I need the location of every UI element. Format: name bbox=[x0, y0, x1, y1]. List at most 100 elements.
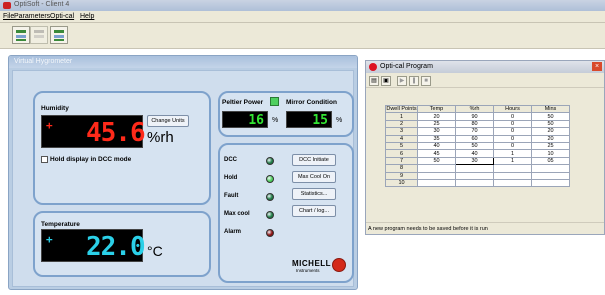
table-cell[interactable]: 50 bbox=[417, 156, 456, 166]
menu-opti-cal[interactable]: Opti-cal bbox=[50, 13, 74, 20]
humidity-display: + 45.6 bbox=[41, 115, 146, 148]
mirror-condition-label: Mirror Condition bbox=[286, 99, 337, 106]
hold-display-label: Hold display in DCC mode bbox=[50, 156, 132, 163]
peltier-unit: % bbox=[272, 117, 279, 124]
close-icon[interactable]: × bbox=[592, 62, 602, 71]
column-header: %rh bbox=[455, 104, 494, 114]
table-cell[interactable]: 50 bbox=[531, 119, 570, 129]
table-cell[interactable]: 45 bbox=[417, 149, 456, 158]
table-cell[interactable]: 80 bbox=[455, 119, 494, 129]
table-cell[interactable]: 25 bbox=[417, 119, 456, 129]
row-number: 5 bbox=[385, 141, 418, 151]
dcc-initiate-button[interactable]: DCC Initiate bbox=[292, 154, 336, 166]
save-icon[interactable]: ▣ bbox=[381, 76, 391, 86]
temperature-unit: °C bbox=[147, 243, 163, 259]
table-cell-selected[interactable]: 30 bbox=[455, 156, 494, 166]
row-number: 6 bbox=[385, 149, 418, 158]
table-cell[interactable]: 40 bbox=[417, 141, 456, 151]
table-cell[interactable]: 35 bbox=[417, 134, 456, 143]
row-number: 8 bbox=[385, 164, 418, 173]
column-header: Mins bbox=[531, 104, 570, 114]
peltier-power-label: Peltier Power bbox=[222, 99, 264, 106]
play-icon[interactable]: ▶ bbox=[397, 76, 407, 86]
table-cell[interactable] bbox=[455, 178, 494, 188]
table-cell[interactable]: 05 bbox=[531, 156, 570, 166]
humidity-value: 45.6 bbox=[86, 118, 146, 148]
table-cell[interactable]: 0 bbox=[493, 141, 532, 151]
table-cell[interactable]: 0 bbox=[493, 112, 532, 121]
table-row: 2 25 80 0 50 bbox=[385, 119, 570, 129]
menubar: File Parameters Opti-cal Help bbox=[0, 11, 605, 23]
table-cell[interactable]: 30 bbox=[417, 127, 456, 136]
table-cell[interactable]: 1 bbox=[493, 156, 532, 166]
table-cell[interactable]: 0 bbox=[493, 119, 532, 129]
row-number: 2 bbox=[385, 119, 418, 129]
open-folder-icon[interactable]: ▤ bbox=[369, 76, 379, 86]
indicator-label-hold: Hold bbox=[224, 175, 238, 181]
indicator-label-dcc: DCC bbox=[224, 157, 237, 163]
hygrometer-title: Virtual Hygrometer bbox=[14, 58, 73, 65]
table-cell[interactable] bbox=[455, 164, 494, 173]
temperature-label: Temperature bbox=[41, 221, 80, 228]
brand-logo-icon bbox=[332, 258, 346, 272]
table-cell[interactable] bbox=[493, 178, 532, 188]
table-cell[interactable] bbox=[493, 171, 532, 180]
table-cell[interactable]: 70 bbox=[455, 127, 494, 136]
power-mirror-panel: Peltier Power Mirror Condition 16 % 15 % bbox=[218, 91, 354, 137]
menu-help[interactable]: Help bbox=[80, 13, 94, 20]
max-cool-on-button[interactable]: Max Cool On bbox=[292, 171, 336, 183]
table-cell[interactable] bbox=[531, 164, 570, 173]
table-cell[interactable]: 50 bbox=[531, 112, 570, 121]
mirror-value: 15 bbox=[312, 113, 328, 128]
table-cell[interactable] bbox=[531, 171, 570, 180]
stop-icon[interactable]: ■ bbox=[421, 76, 431, 86]
table-cell[interactable]: 20 bbox=[417, 112, 456, 121]
table-row: 5 40 50 0 25 bbox=[385, 141, 570, 151]
table-cell[interactable]: 0 bbox=[493, 127, 532, 136]
temperature-value: 22.0 bbox=[86, 232, 146, 262]
row-number: 1 bbox=[385, 112, 418, 121]
chart-log-button[interactable]: Chart / log... bbox=[292, 205, 336, 217]
opti-cal-window-icon bbox=[369, 63, 377, 71]
humidity-sign: + bbox=[46, 119, 53, 132]
status-bar: A new program needs to be saved before i… bbox=[366, 222, 604, 234]
toolbar-grid-icon[interactable] bbox=[30, 26, 48, 44]
statistics-button[interactable]: Statistics... bbox=[292, 188, 336, 200]
pause-icon[interactable]: ❚ bbox=[409, 76, 419, 86]
change-units-button[interactable]: Change Units bbox=[147, 115, 189, 127]
menu-file[interactable]: File bbox=[3, 13, 14, 20]
table-cell[interactable] bbox=[455, 171, 494, 180]
table-cell[interactable]: 0 bbox=[493, 134, 532, 143]
indicator-label-fault: Fault bbox=[224, 193, 239, 199]
row-number: 7 bbox=[385, 156, 418, 166]
table-cell[interactable]: 25 bbox=[531, 141, 570, 151]
table-cell[interactable] bbox=[493, 164, 532, 173]
toolbar-program-icon[interactable] bbox=[50, 26, 68, 44]
row-number: 10 bbox=[385, 178, 418, 188]
table-cell[interactable]: 20 bbox=[531, 127, 570, 136]
table-row: 1 20 90 0 50 bbox=[385, 112, 570, 121]
hygrometer-body: Humidity + 45.6 Change Units %rh Hold di… bbox=[12, 70, 354, 287]
table-cell[interactable]: 40 bbox=[455, 149, 494, 158]
table-cell[interactable]: 50 bbox=[455, 141, 494, 151]
table-cell[interactable] bbox=[417, 164, 456, 173]
table-cell[interactable] bbox=[417, 171, 456, 180]
table-cell[interactable]: 10 bbox=[531, 149, 570, 158]
table-cell[interactable]: 20 bbox=[531, 134, 570, 143]
table-row: 8 bbox=[385, 164, 570, 173]
app-icon bbox=[3, 2, 11, 9]
table-cell[interactable]: 90 bbox=[455, 112, 494, 121]
dcc-led-icon bbox=[266, 157, 274, 165]
table-cell[interactable] bbox=[417, 178, 456, 188]
opti-cal-toolbar: ▤ ▣ ▶ ❚ ■ bbox=[366, 74, 604, 88]
table-cell[interactable] bbox=[531, 178, 570, 188]
table-cell[interactable]: 1 bbox=[493, 149, 532, 158]
indicator-label-max-cool: Max cool bbox=[224, 211, 250, 217]
app-titlebar: OptiSoft - Client 4 bbox=[0, 0, 605, 11]
table-cell[interactable]: 60 bbox=[455, 134, 494, 143]
menu-parameters[interactable]: Parameters bbox=[14, 13, 50, 20]
table-row: 3 30 70 0 20 bbox=[385, 127, 570, 136]
toolbar-chart-icon[interactable] bbox=[12, 26, 30, 44]
brand-name: MICHELL bbox=[292, 259, 332, 268]
hold-display-checkbox[interactable] bbox=[41, 156, 48, 163]
